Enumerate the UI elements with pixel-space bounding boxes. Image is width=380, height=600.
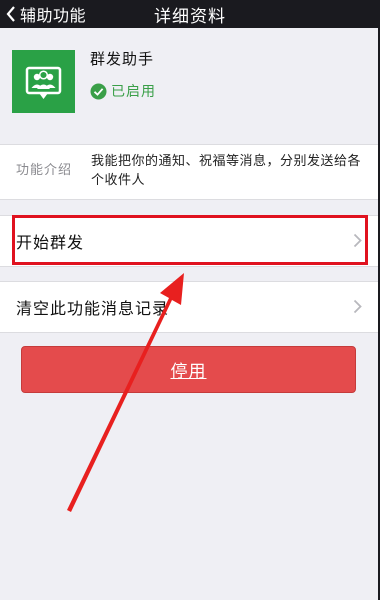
intro-label: 功能介绍: [16, 163, 73, 178]
clear-history-item[interactable]: 清空此功能消息记录: [0, 281, 380, 333]
highlight-box: [12, 215, 368, 265]
app-name: 群发助手: [90, 50, 155, 68]
clear-history-label: 清空此功能消息记录: [16, 299, 170, 318]
status-label: 已启用: [111, 84, 156, 100]
group-people-icon: [12, 50, 75, 113]
page-title: 详细资料: [154, 7, 226, 27]
stop-button[interactable]: 停用: [21, 346, 356, 393]
nav-bar: 辅助功能 详细资料: [0, 0, 380, 28]
intro-text: 我能把你的通知、祝福等消息，分别发送给各个收件人: [91, 154, 362, 188]
feature-intro: 功能介绍 我能把你的通知、祝福等消息，分别发送给各个收件人: [0, 144, 380, 200]
status-badge: 已启用: [90, 81, 156, 101]
app-header: 群发助手 已启用: [0, 28, 380, 144]
stop-label: 停用: [170, 362, 207, 382]
check-circle-icon: [90, 83, 107, 99]
chevron-right-icon: [353, 299, 362, 314]
